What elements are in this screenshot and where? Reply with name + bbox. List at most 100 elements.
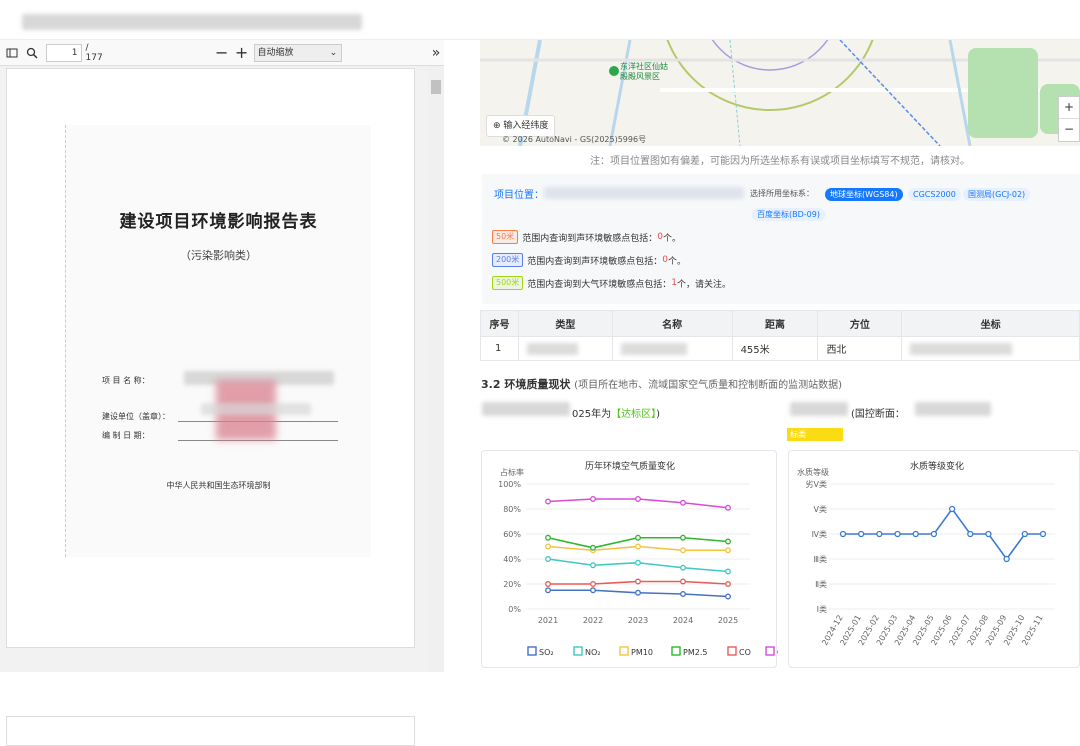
legend-label: NO₂ [585,648,601,657]
field-unit: 建设单位（盖章）： [102,412,170,421]
y-tick-label: 60% [503,530,521,539]
map-copyright: © 2026 AutoNavi - GS(2025)5996号 [502,135,647,144]
y-tick-label: 40% [503,555,521,564]
table-cell: 455米 [731,336,819,361]
data-point [545,498,551,505]
coord-tag-gcj02[interactable]: 国测局(GCJ-02) [963,188,1031,201]
page-number-input[interactable]: 1 [45,43,82,62]
data-point [680,499,686,506]
pdf-scrollbar[interactable] [428,66,444,672]
data-point [1039,530,1047,538]
y-tick-label: Ⅴ类 [814,504,827,514]
data-point [635,496,641,502]
search-icon[interactable] [24,44,40,62]
data-point [912,530,919,538]
x-tick-label: 2023 [628,616,648,625]
data-point [858,530,865,538]
coord-tag-cgcs2000[interactable]: CGCS2000 [908,188,961,201]
y-tick-label: 80% [503,505,521,514]
redacted-cell [620,342,688,355]
data-point [876,530,883,538]
browser-top-bar [0,0,1080,40]
table-header-cell: 方位 [817,310,903,337]
range-suffix: 个。 [662,233,681,244]
more-tools-icon[interactable]: » [428,44,444,62]
range-badge: 200米 [492,253,524,267]
env-title-text: 3.2 环境质量现状 [481,378,571,391]
x-tick-label: 2025 [718,616,738,625]
legend-label: O₃ [777,648,778,657]
water-control: (国控断面： [851,405,905,420]
redacted-title [22,14,362,30]
doc-subtitle: （污染影响类） [180,249,257,262]
coord-button-label: 输入经纬度 [503,121,549,131]
map-place-label: 东洋社区仙姑 殿殿风景区 [620,62,668,81]
table-row: 1 455米 西北 [480,336,1080,361]
air-year-end: ) [656,409,660,420]
range-badge: 50米 [492,230,519,244]
sensitive-points-table: 序号 类型 名称 距离 方位 坐标 1 455米 西北 [480,310,1080,361]
y-tick-label: 0% [508,605,521,614]
doc-title: 建设项目环境影响报告表 [119,212,318,232]
zoom-out-button[interactable]: − [214,43,230,62]
coord-system-label: 选择所用坐标系： [750,189,814,198]
map-green-area [968,48,1038,138]
table-header-cell: 序号 [480,310,519,337]
table-header-cell: 名称 [611,310,733,337]
data-point [635,589,641,596]
table-cell: 西北 [817,336,903,361]
air-status-badge: 【达标区】 [611,409,657,420]
table-header-row: 序号 类型 名称 距离 方位 坐标 [480,310,1080,337]
legend-swatch [671,646,681,656]
data-point [894,530,901,538]
data-point [725,593,731,600]
zoom-select[interactable]: 自动缩放 ⌄ [253,43,343,62]
pdf-page: 建设项目环境影响报告表 （污染影响类） 项 目 名 称： 建设单位（盖章）： 编… [6,68,415,648]
data-point [545,543,551,550]
table-cell [517,336,613,361]
map-zoom-in-button[interactable]: + [1059,97,1079,119]
pdf-toolbar: 1 / 177 − + 自动缩放 ⌄ » [0,40,444,66]
data-point [635,543,641,550]
map-poi-icon [609,66,619,76]
map-note: 注：项目位置图如有偏差，可能因为所选坐标系有误或项目坐标填写不规范，请核对。 [590,156,970,167]
water-class-badge: 标类 [787,428,843,441]
legend-swatch [573,646,583,656]
data-point [725,568,731,575]
data-point [725,581,731,587]
legend-swatch [527,646,537,656]
redacted-location [544,187,744,199]
coord-tag-wgs84[interactable]: 地球坐标(WGS84) [825,188,903,201]
table-body: 1 455米 西北 [480,336,1080,361]
data-point [590,587,596,594]
data-point [1021,530,1028,538]
data-point [635,534,641,541]
coord-tag-bd09[interactable]: 百度坐标(BD-09) [752,208,825,221]
sidebar-toggle-icon[interactable] [4,44,20,62]
table-header-cell: 类型 [517,310,613,337]
data-point [545,587,551,594]
env-note: (项目所在地市、流域国家空气质量和控制断面的监测站数据) [574,380,842,391]
table-header-cell: 坐标 [901,310,1080,337]
y-tick-label: Ⅰ类 [817,604,827,614]
map-view[interactable]: 东洋社区仙姑 殿殿风景区 ⊕ 输入经纬度 © 2026 AutoNavi - G… [480,40,1080,146]
map-zoom-out-button[interactable]: − [1059,119,1079,140]
redacted-section [915,402,991,416]
range-row: 50米 范围内查询到声环境敏感点包括： 0 个。 [492,230,681,244]
chart-title: 历年环境空气质量变化 [585,460,675,472]
scrollbar-thumb[interactable] [431,80,441,94]
y-tick-label: Ⅳ类 [812,529,827,539]
page-total: / 177 [85,42,103,63]
data-point [680,578,686,585]
data-point [590,544,596,551]
table-header-cell: 距离 [731,310,819,337]
table-cell [901,336,1080,361]
data-point [967,530,974,538]
range-suffix: 个，请关注。 [677,279,732,290]
range-badge: 500米 [492,276,524,290]
redacted-cell [910,342,1012,355]
zoom-in-button[interactable]: + [234,43,250,62]
range-row: 500米 范围内查询到大气环境敏感点包括： 1 个，请关注。 [492,276,731,290]
legend-swatch [765,646,775,656]
legend-swatch [727,646,737,656]
